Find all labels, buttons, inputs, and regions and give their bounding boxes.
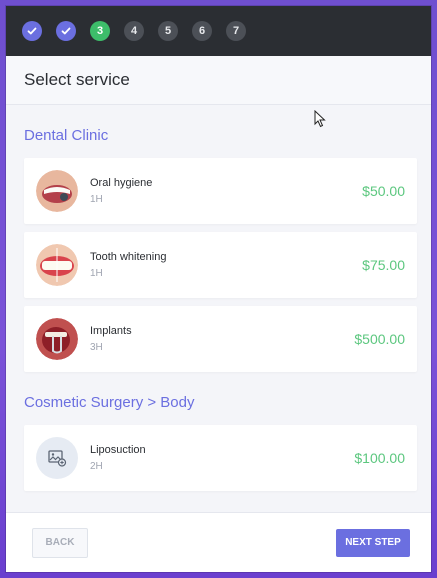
wizard-footer: BACK NEXT STEP bbox=[6, 512, 431, 572]
booking-widget: 3 4 5 6 7 Select service Dental Clinic O… bbox=[6, 6, 431, 572]
service-name: Implants bbox=[90, 325, 132, 337]
service-duration: 1H bbox=[90, 194, 103, 205]
mouse-cursor-icon bbox=[314, 110, 326, 128]
step-6[interactable]: 6 bbox=[192, 21, 212, 41]
service-name: Tooth whitening bbox=[90, 251, 167, 263]
page-title: Select service bbox=[6, 56, 431, 105]
service-duration: 3H bbox=[90, 342, 103, 353]
back-button[interactable]: BACK bbox=[32, 527, 88, 558]
check-icon bbox=[61, 27, 71, 35]
service-list[interactable]: Dental Clinic Oral hygiene 1H $50.00 Too… bbox=[6, 105, 431, 517]
service-name: Liposuction bbox=[90, 444, 146, 456]
service-duration: 2H bbox=[90, 461, 103, 472]
category-heading-cosmetic-surgery: Cosmetic Surgery > Body bbox=[24, 394, 195, 411]
category-heading-dental: Dental Clinic bbox=[24, 127, 109, 144]
tooth-whitening-photo bbox=[36, 244, 78, 286]
image-placeholder-icon bbox=[36, 437, 78, 479]
service-price: $50.00 bbox=[362, 183, 405, 199]
next-step-button[interactable]: NEXT STEP bbox=[336, 528, 410, 557]
service-name: Oral hygiene bbox=[90, 177, 153, 189]
step-progress-bar: 3 4 5 6 7 bbox=[6, 6, 431, 56]
step-5[interactable]: 5 bbox=[158, 21, 178, 41]
step-2-done[interactable] bbox=[56, 21, 76, 41]
service-duration: 1H bbox=[90, 268, 103, 279]
service-price: $75.00 bbox=[362, 257, 405, 273]
step-7[interactable]: 7 bbox=[226, 21, 246, 41]
step-4[interactable]: 4 bbox=[124, 21, 144, 41]
service-price: $100.00 bbox=[354, 450, 405, 466]
implants-photo bbox=[36, 318, 78, 360]
service-item-oral-hygiene[interactable]: Oral hygiene 1H $50.00 bbox=[24, 158, 417, 224]
check-icon bbox=[27, 27, 37, 35]
service-item-liposuction[interactable]: Liposuction 2H $100.00 bbox=[24, 425, 417, 491]
service-item-tooth-whitening[interactable]: Tooth whitening 1H $75.00 bbox=[24, 232, 417, 298]
oral-hygiene-photo bbox=[36, 170, 78, 212]
service-price: $500.00 bbox=[354, 331, 405, 347]
service-item-implants[interactable]: Implants 3H $500.00 bbox=[24, 306, 417, 372]
step-1-done[interactable] bbox=[22, 21, 42, 41]
step-3-active[interactable]: 3 bbox=[90, 21, 110, 41]
